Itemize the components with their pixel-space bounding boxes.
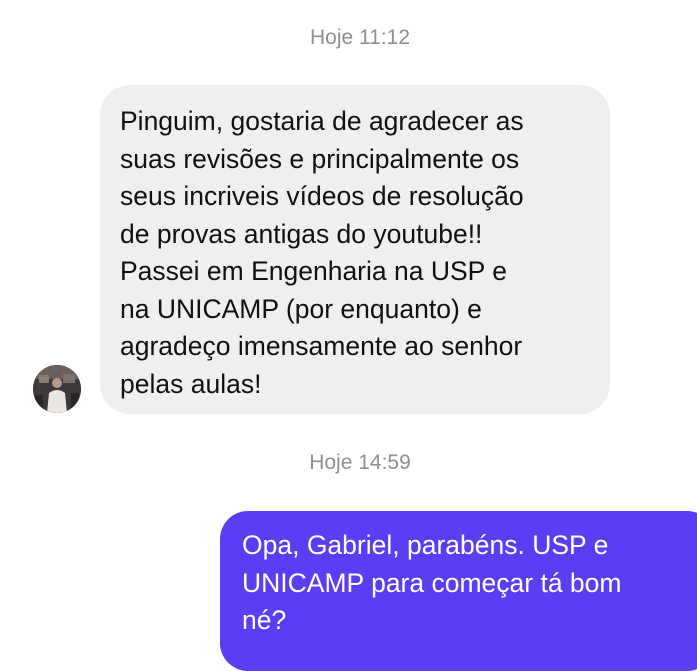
- message-timestamp: Hoje 14:59: [309, 451, 411, 474]
- sender-avatar[interactable]: [33, 365, 81, 413]
- outgoing-message-bubble[interactable]: Opa, Gabriel, parabéns. USP e UNICAMP pa…: [220, 511, 697, 671]
- incoming-message-bubble[interactable]: Pinguim, gostaria de agradecer as suas r…: [100, 85, 610, 414]
- avatar-photo-icon: [33, 365, 81, 413]
- message-timestamp: Hoje 11:12: [309, 26, 411, 49]
